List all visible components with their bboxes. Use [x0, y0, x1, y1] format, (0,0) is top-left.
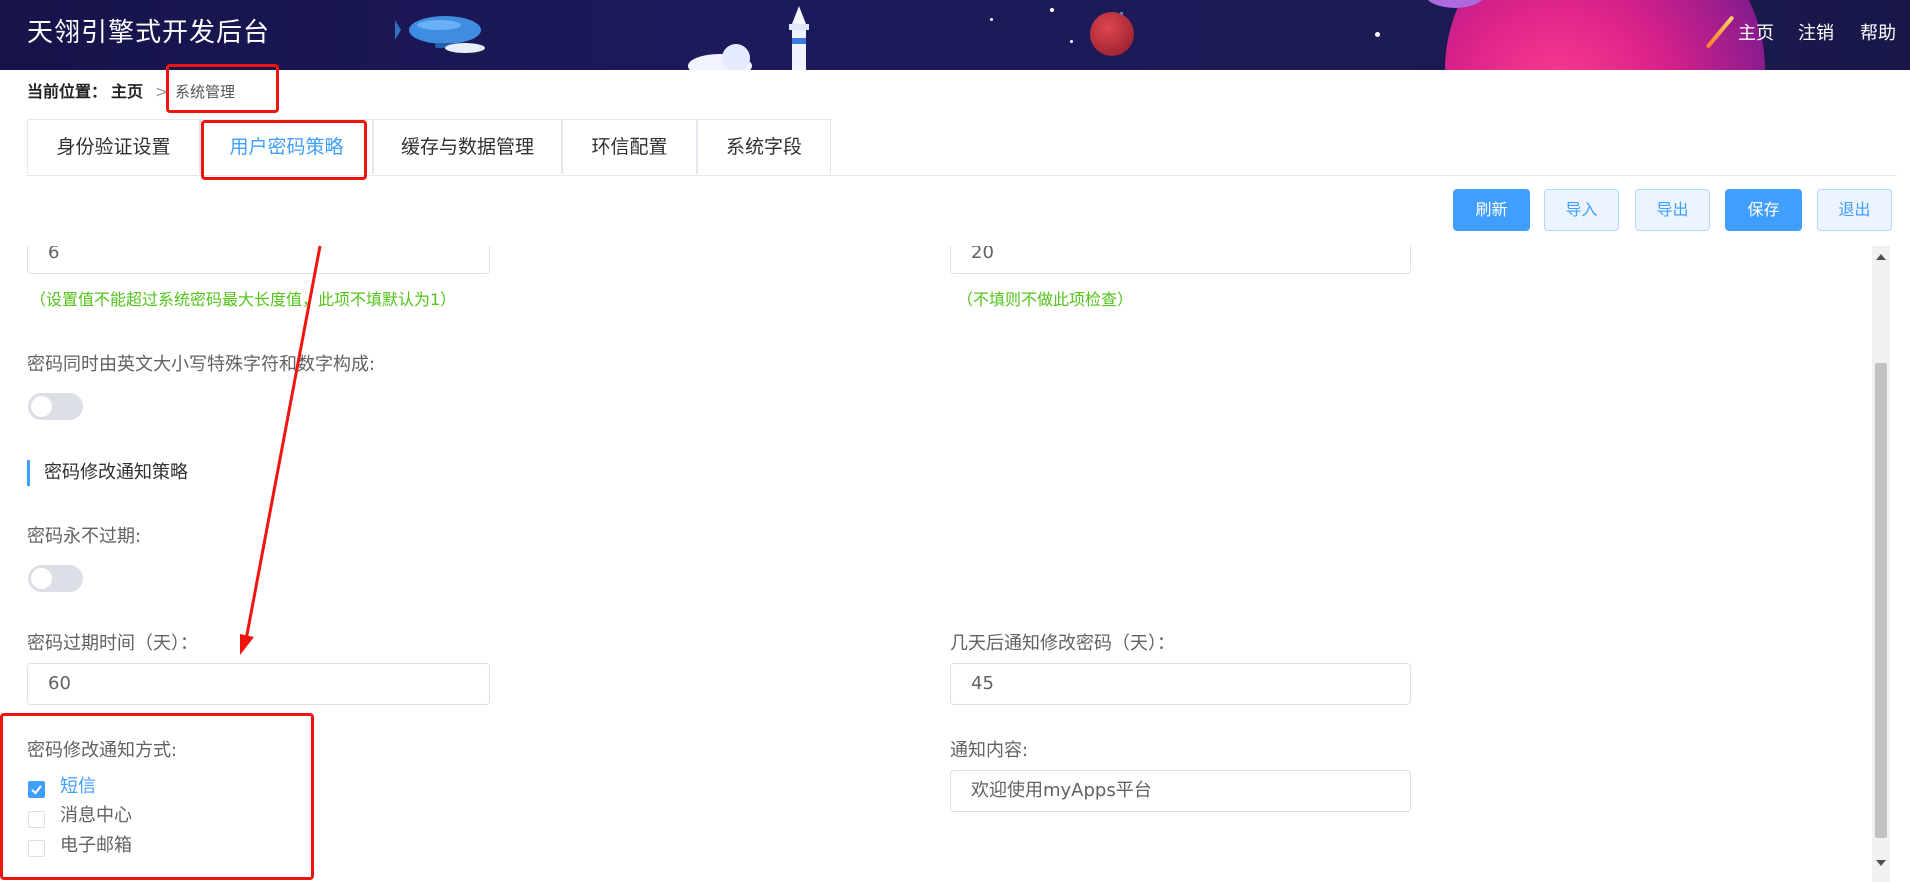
scroll-up-arrow-icon[interactable]: [1876, 254, 1886, 260]
notify-policy-section-title: 密码修改通知策略: [27, 460, 188, 486]
lighthouse-icon: [688, 6, 809, 70]
top-header: 天翎引擎式开发后台 主页 注销 帮助: [0, 0, 1910, 70]
settings-tabs: 身份验证设置 用户密码策略 缓存与数据管理 环信配置 系统字段: [27, 119, 1897, 176]
star-decoration: [1050, 8, 1054, 12]
nav-home-link[interactable]: 主页: [1738, 19, 1774, 45]
refresh-button[interactable]: 刷新: [1453, 189, 1530, 231]
tab-system-fields[interactable]: 系统字段: [697, 119, 831, 174]
save-button[interactable]: 保存: [1725, 189, 1802, 231]
blimp-icon: [395, 16, 485, 53]
never-expire-label: 密码永不过期:: [27, 526, 142, 547]
breadcrumb-current: 系统管理: [175, 83, 236, 101]
notify-days-input[interactable]: 45: [950, 663, 1411, 705]
content-scrollbar[interactable]: [1872, 246, 1890, 882]
notify-content-label: 通知内容:: [950, 740, 1029, 761]
toggle-knob: [31, 568, 52, 589]
tab-auth-settings[interactable]: 身份验证设置: [27, 119, 200, 174]
tab-password-policy[interactable]: 用户密码策略: [200, 119, 373, 174]
complexity-label: 密码同时由英文大小写特殊字符和数字构成:: [27, 354, 376, 375]
expire-days-label: 密码过期时间（天）：: [27, 633, 198, 654]
min-length-input[interactable]: 6: [27, 246, 490, 274]
never-expire-toggle[interactable]: [28, 565, 83, 592]
sms-checkbox-label[interactable]: 短信: [60, 772, 96, 798]
tab-easemob-config[interactable]: 环信配置: [562, 119, 697, 174]
export-button[interactable]: 导出: [1635, 189, 1710, 231]
notify-method-label: 密码修改通知方式:: [27, 740, 178, 761]
breadcrumb-label: 当前位置：: [27, 82, 108, 101]
max-length-input[interactable]: 20: [950, 246, 1411, 274]
scroll-thumb[interactable]: [1875, 363, 1887, 838]
nav-logout-link[interactable]: 注销: [1798, 19, 1834, 45]
breadcrumb-home-link[interactable]: 主页: [111, 80, 143, 104]
check-icon: [31, 785, 42, 795]
planet-icon: [1090, 12, 1134, 56]
sms-checkbox[interactable]: [28, 781, 45, 798]
star-decoration: [1375, 32, 1380, 37]
star-decoration: [990, 18, 993, 21]
message-center-checkbox-label[interactable]: 消息中心: [60, 801, 132, 827]
scroll-down-arrow-icon[interactable]: [1876, 860, 1886, 866]
expire-days-input[interactable]: 60: [27, 663, 490, 705]
toggle-knob: [31, 396, 52, 417]
notify-content-input[interactable]: 欢迎使用myApps平台: [950, 770, 1411, 812]
password-policy-form: 6 20 （设置值不能超过系统密码最大长度值，此项不填默认为1） （不填则不做此…: [0, 246, 1872, 882]
star-decoration: [1070, 40, 1073, 43]
notify-days-label: 几天后通知修改密码（天）：: [950, 633, 1175, 654]
tab-cache-data[interactable]: 缓存与数据管理: [373, 119, 562, 174]
min-length-hint: （设置值不能超过系统密码最大长度值，此项不填默认为1）: [30, 290, 457, 309]
message-center-checkbox[interactable]: [28, 811, 45, 828]
breadcrumb-separator-icon: >: [155, 82, 169, 101]
email-checkbox[interactable]: [28, 840, 45, 857]
email-checkbox-label[interactable]: 电子邮箱: [60, 831, 132, 857]
exit-button[interactable]: 退出: [1817, 189, 1892, 231]
app-title: 天翎引擎式开发后台: [27, 18, 271, 48]
max-length-hint: （不填则不做此项检查）: [957, 290, 1134, 309]
import-button[interactable]: 导入: [1544, 189, 1619, 231]
complexity-toggle[interactable]: [28, 393, 83, 420]
nav-help-link[interactable]: 帮助: [1860, 19, 1896, 45]
